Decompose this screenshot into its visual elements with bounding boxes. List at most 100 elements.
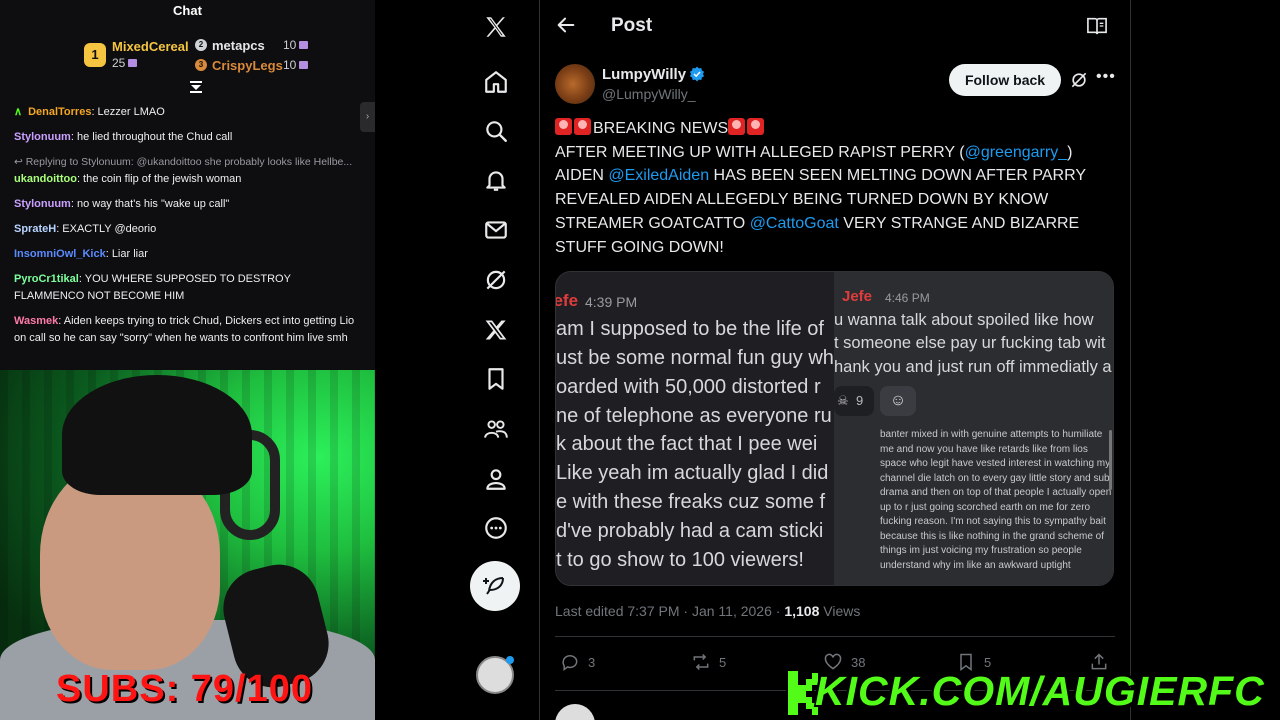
x-logo-icon[interactable] xyxy=(483,14,509,40)
rank-1-badge: 1 xyxy=(84,43,106,67)
chat-text: : Aiden keeps trying to trick Chud, Dick… xyxy=(14,315,355,344)
subs-goal-overlay: SUBS: 79/100 xyxy=(56,668,314,710)
message-time: 4:39 PM xyxy=(585,294,638,310)
message-line: oarded with 50,000 distorted r xyxy=(556,376,821,398)
gift-icon xyxy=(128,59,138,67)
author-name[interactable]: LumpyWilly xyxy=(602,66,686,83)
chat-text: : he lied throughout the Chud call xyxy=(70,131,233,143)
skull-emoji-icon: ☠ xyxy=(837,393,849,408)
leaderboard-count-2: 10 xyxy=(283,38,309,52)
tweet-headline: BREAKING NEWS xyxy=(555,117,1115,141)
page-title: Post xyxy=(611,15,653,36)
message-line: u wanna talk about spoiled like how xyxy=(834,311,1094,329)
chat-text: : Lezzer LMAO xyxy=(91,106,165,118)
siren-emoji-icon xyxy=(574,118,591,135)
reply-context: ↩ Replying to Stylonuum: @ukandoittoo sh… xyxy=(14,156,353,168)
siren-emoji-icon xyxy=(555,118,572,135)
grok-icon[interactable] xyxy=(483,267,509,293)
account-avatar[interactable] xyxy=(476,656,514,694)
chat-message: ukandoittoo: the coin flip of the jewish… xyxy=(14,171,364,188)
chat-username[interactable]: InsomniOwl_Kick xyxy=(14,248,106,260)
chat-message: PyroCr1tikal: YOU WHERE SUPPOSED TO DEST… xyxy=(14,271,364,305)
chat-username[interactable]: SprateH xyxy=(14,223,56,235)
messages-icon[interactable] xyxy=(483,217,509,243)
chat-message: Wasmek: Aiden keeps trying to trick Chud… xyxy=(14,313,364,347)
kick-url-overlay: KICK.COM/AUGIERFC xyxy=(785,664,1265,720)
divider xyxy=(555,636,1115,637)
rank-2-badge: 2 xyxy=(195,39,207,51)
author-avatar[interactable] xyxy=(555,64,595,104)
siren-emoji-icon xyxy=(728,118,746,135)
chat-message: ∧ DenalTorres: Lezzer LMAO xyxy=(14,104,364,121)
chat-message: InsomniOwl_Kick: Liar liar xyxy=(14,246,364,263)
message-paragraph: banter mixed in with genuine attempts to… xyxy=(880,429,1112,571)
notifications-icon[interactable] xyxy=(483,167,509,193)
chat-message: Stylonuum: he lied throughout the Chud c… xyxy=(14,129,364,146)
bookmarks-icon[interactable] xyxy=(483,366,509,392)
author-handle[interactable]: @LumpyWilly_ xyxy=(602,86,696,102)
communities-icon[interactable] xyxy=(483,416,509,442)
chat-username[interactable]: DenalTorres xyxy=(28,106,91,118)
reply-icon: ↩ xyxy=(14,156,26,168)
chat-text: : no way that's his "wake up call" xyxy=(70,198,230,210)
chat-username[interactable]: ukandoittoo xyxy=(14,173,77,185)
chat-username[interactable]: PyroCr1tikal xyxy=(14,273,79,285)
compose-post-button[interactable] xyxy=(470,561,520,611)
tweet-line: AFTER MEETING UP WITH ALLEGED RAPIST PER… xyxy=(555,143,1073,161)
chat-title: Chat xyxy=(173,3,202,18)
siren-emoji-icon xyxy=(747,118,765,135)
search-icon[interactable] xyxy=(483,118,509,144)
leaderboard-count-1: 25 xyxy=(112,56,138,70)
back-arrow-icon[interactable] xyxy=(555,14,577,36)
screenshot-left: Jefe 4:39 PM am I supposed to be the lif… xyxy=(556,272,836,585)
gift-leaderboard: 1 MixedCereal 25 2 metapcs 10 3 CrispyLe… xyxy=(0,22,375,78)
more-icon[interactable] xyxy=(483,515,509,541)
message-author: Jefe xyxy=(842,288,873,305)
repost-button[interactable]: 5 xyxy=(691,650,726,674)
leaderboard-user-1[interactable]: MixedCereal xyxy=(112,39,189,54)
expand-leaderboard-icon[interactable] xyxy=(188,80,204,96)
streamer-beanie xyxy=(62,375,252,495)
grok-explain-icon[interactable] xyxy=(1069,70,1089,90)
chat-text: : Liar liar xyxy=(105,248,148,260)
reader-mode-icon[interactable] xyxy=(1086,16,1108,36)
mention-link[interactable]: @greengarry_ xyxy=(965,144,1068,161)
chat-username[interactable]: Stylonuum xyxy=(14,198,71,210)
chat-username[interactable]: Stylonuum xyxy=(14,131,71,143)
message-line: e with these freaks cuz some f xyxy=(556,491,826,513)
x-side-nav xyxy=(375,0,539,720)
feather-plus-icon xyxy=(483,577,504,595)
gift-icon xyxy=(299,41,309,49)
message-line: ne of telephone as everyone ru xyxy=(556,405,832,427)
premium-icon[interactable] xyxy=(483,317,509,343)
screen: Chat 1 MixedCereal 25 2 metapcs 10 3 Cri… xyxy=(0,0,1280,720)
kick-url-text: KICK.COM/AUGIERFC xyxy=(815,668,1265,714)
skull-reaction: ☠ 9 xyxy=(834,386,874,416)
reply-button[interactable]: 3 xyxy=(560,650,595,674)
tweet-text: BREAKING NEWS AFTER MEETING UP WITH ALLE… xyxy=(555,117,1115,259)
leaderboard-count-3: 10 xyxy=(283,58,309,72)
profile-icon[interactable] xyxy=(483,466,509,492)
message-line: t to go show to 100 viewers! xyxy=(556,549,804,571)
home-icon[interactable] xyxy=(483,69,509,95)
chat-text: : EXACTLY @deorio xyxy=(56,223,157,235)
message-time: 4:46 PM xyxy=(885,291,930,305)
mention-link[interactable]: @ExiledAiden xyxy=(608,167,709,184)
mention-link[interactable]: @CattoGoat xyxy=(750,215,839,232)
chat-message: Stylonuum: no way that's his "wake up ca… xyxy=(14,196,364,213)
tweet-media[interactable]: Jefe 4:39 PM am I supposed to be the lif… xyxy=(555,271,1114,586)
leaderboard-user-3[interactable]: CrispyLegs xyxy=(212,58,283,73)
repost-icon xyxy=(693,653,709,671)
reply-icon xyxy=(562,655,578,671)
chat-messages: ∧ DenalTorres: Lezzer LMAO Stylonuum: he … xyxy=(14,104,364,355)
more-options-icon[interactable]: ••• xyxy=(1096,68,1116,86)
add-reaction-icon: ☺ xyxy=(880,386,916,416)
chat-text: : the coin flip of the jewish woman xyxy=(76,173,242,185)
message-line: am I supposed to be the life of xyxy=(556,318,824,340)
follow-back-button[interactable]: Follow back xyxy=(949,64,1061,96)
leaderboard-user-2[interactable]: metapcs xyxy=(212,38,265,53)
scrollbar xyxy=(1109,430,1112,490)
chat-username[interactable]: Wasmek xyxy=(14,315,58,327)
message-author: Jefe xyxy=(556,291,579,310)
views-count: 1,108 xyxy=(784,603,820,619)
